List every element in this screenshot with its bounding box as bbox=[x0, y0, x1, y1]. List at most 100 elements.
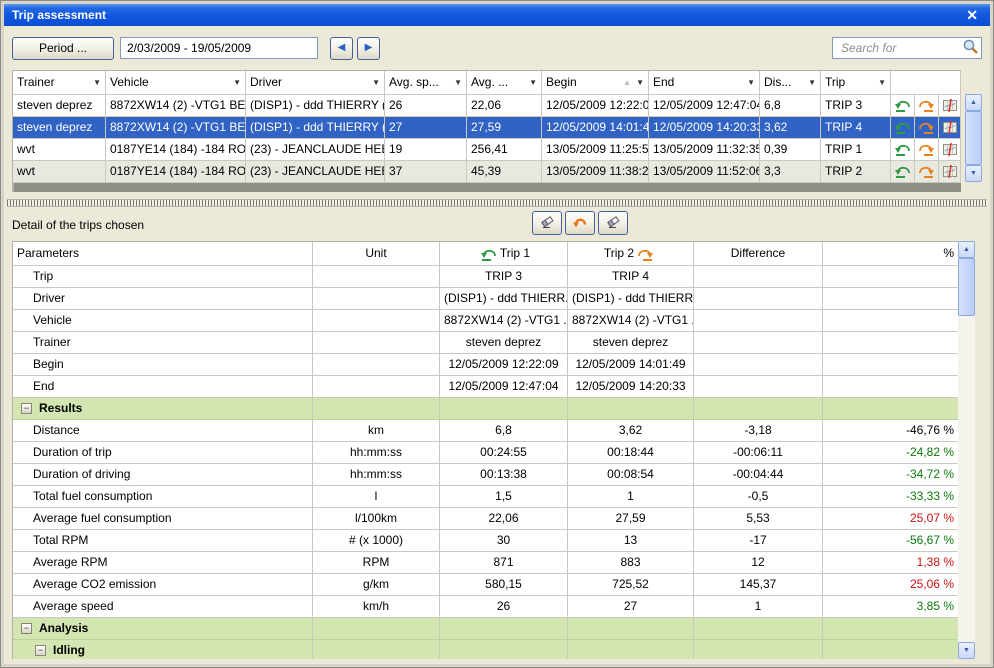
scroll-up-icon[interactable]: ▲ bbox=[965, 94, 982, 111]
detail-row[interactable]: Average speedkm/h262713,85 % bbox=[13, 596, 959, 618]
column-header-driver[interactable]: Driver▼ bbox=[246, 71, 385, 95]
assign-trip2-icon[interactable] bbox=[915, 139, 939, 161]
detail-row[interactable]: Trainersteven deprezsteven deprez bbox=[13, 332, 959, 354]
table-cell[interactable]: TRIP 1 bbox=[821, 139, 891, 161]
table-cell[interactable]: 8872XW14 (2) -VTG1 BE... bbox=[106, 117, 246, 139]
table-cell[interactable]: 22,06 bbox=[467, 95, 542, 117]
trip-map-icon[interactable] bbox=[939, 161, 961, 183]
column-header-trip[interactable]: Trip▼ bbox=[821, 71, 891, 95]
collapse-icon[interactable]: − bbox=[35, 645, 46, 656]
table-cell[interactable]: 27,59 bbox=[467, 117, 542, 139]
assign-trip1-icon[interactable] bbox=[891, 139, 915, 161]
detail-column-header-trip-1[interactable]: Trip 1 bbox=[440, 242, 568, 266]
detail-row[interactable]: Total RPM# (x 1000)3013-17-56,67 % bbox=[13, 530, 959, 552]
table-row[interactable]: wvt0187YE14 (184) -184 RO...(23) - JEANC… bbox=[13, 139, 961, 161]
filter-dropdown-icon[interactable]: ▼ bbox=[233, 71, 241, 94]
table-cell[interactable]: TRIP 2 bbox=[821, 161, 891, 183]
table-cell[interactable]: (23) - JEANCLAUDE HEB... bbox=[246, 161, 385, 183]
clear-trip2-button[interactable] bbox=[598, 211, 628, 235]
detail-row[interactable]: Average CO2 emissiong/km580,15725,52145,… bbox=[13, 574, 959, 596]
table-cell[interactable]: 12/05/2009 14:01:49 bbox=[542, 117, 649, 139]
close-icon[interactable]: ✕ bbox=[962, 7, 982, 24]
table-cell[interactable]: 256,41 bbox=[467, 139, 542, 161]
assign-trip2-icon[interactable] bbox=[915, 161, 939, 183]
table-cell[interactable]: 6,8 bbox=[760, 95, 821, 117]
table-cell[interactable]: 37 bbox=[385, 161, 467, 183]
detail-row[interactable]: Vehicle8872XW14 (2) -VTG1 ...8872XW14 (2… bbox=[13, 310, 959, 332]
scrollbar-thumb[interactable] bbox=[965, 111, 982, 165]
table-cell[interactable]: 26 bbox=[385, 95, 467, 117]
table-cell[interactable]: steven deprez bbox=[13, 95, 106, 117]
filter-dropdown-icon[interactable]: ▼ bbox=[454, 71, 462, 94]
scroll-down-icon[interactable]: ▼ bbox=[958, 642, 975, 659]
trips-scrollbar[interactable]: ▲ ▼ bbox=[965, 94, 982, 182]
table-cell[interactable]: 27 bbox=[385, 117, 467, 139]
table-cell[interactable]: (DISP1) - ddd THIERRY (4) bbox=[246, 95, 385, 117]
next-period-button[interactable]: ▶ bbox=[357, 37, 380, 60]
search-icon[interactable] bbox=[962, 38, 979, 58]
detail-row[interactable]: Average fuel consumptionl/100km22,0627,5… bbox=[13, 508, 959, 530]
detail-row[interactable]: Driver(DISP1) - ddd THIERR...(DISP1) - d… bbox=[13, 288, 959, 310]
detail-row[interactable]: End12/05/2009 12:47:0412/05/2009 14:20:3… bbox=[13, 376, 959, 398]
table-cell[interactable]: 3,62 bbox=[760, 117, 821, 139]
search-input[interactable] bbox=[839, 40, 962, 56]
section-row-results[interactable]: −Results bbox=[13, 398, 959, 420]
scrollbar-thumb[interactable] bbox=[958, 258, 975, 316]
trip-map-icon[interactable] bbox=[939, 95, 961, 117]
detail-row[interactable]: Begin12/05/2009 12:22:0912/05/2009 14:01… bbox=[13, 354, 959, 376]
trip-map-icon[interactable] bbox=[939, 139, 961, 161]
trip-map-icon[interactable] bbox=[939, 117, 961, 139]
table-row[interactable]: steven deprez8872XW14 (2) -VTG1 BE...(DI… bbox=[13, 117, 961, 139]
table-cell[interactable]: 13/05/2009 11:38:26 bbox=[542, 161, 649, 183]
table-row[interactable]: wvt0187YE14 (184) -184 RO...(23) - JEANC… bbox=[13, 161, 961, 183]
table-cell[interactable]: 13/05/2009 11:32:35 bbox=[649, 139, 760, 161]
table-cell[interactable]: 0,39 bbox=[760, 139, 821, 161]
assign-trip2-icon[interactable] bbox=[915, 95, 939, 117]
table-cell[interactable]: wvt bbox=[13, 161, 106, 183]
column-header-end[interactable]: End▼ bbox=[649, 71, 760, 95]
column-header-begin[interactable]: Begin▲▼ bbox=[542, 71, 649, 95]
collapse-icon[interactable]: − bbox=[21, 623, 32, 634]
table-cell[interactable]: TRIP 3 bbox=[821, 95, 891, 117]
scroll-down-icon[interactable]: ▼ bbox=[965, 165, 982, 182]
filter-dropdown-icon[interactable]: ▼ bbox=[372, 71, 380, 94]
filter-dropdown-icon[interactable]: ▼ bbox=[747, 71, 755, 94]
detail-row[interactable]: Average RPMRPM871883121,38 % bbox=[13, 552, 959, 574]
scrollbar-track[interactable] bbox=[958, 316, 975, 642]
column-header-avg[interactable]: Avg. ...▼ bbox=[467, 71, 542, 95]
table-cell[interactable]: 13/05/2009 11:52:06 bbox=[649, 161, 760, 183]
filter-dropdown-icon[interactable]: ▼ bbox=[529, 71, 537, 94]
table-cell[interactable]: 8872XW14 (2) -VTG1 BE... bbox=[106, 95, 246, 117]
assign-trip1-icon[interactable] bbox=[891, 117, 915, 139]
detail-row[interactable]: TripTRIP 3TRIP 4 bbox=[13, 266, 959, 288]
table-cell[interactable]: 0187YE14 (184) -184 RO... bbox=[106, 161, 246, 183]
scroll-up-icon[interactable]: ▲ bbox=[958, 241, 975, 258]
detail-row[interactable]: Duration of drivinghh:mm:ss00:13:3800:08… bbox=[13, 464, 959, 486]
date-range-field[interactable]: 2/03/2009 - 19/05/2009 bbox=[120, 37, 318, 59]
table-cell[interactable]: TRIP 4 bbox=[821, 117, 891, 139]
swap-trips-button[interactable] bbox=[565, 211, 595, 235]
table-cell[interactable]: 3,3 bbox=[760, 161, 821, 183]
filter-dropdown-icon[interactable]: ▼ bbox=[636, 71, 644, 94]
table-cell[interactable]: 13/05/2009 11:25:58 bbox=[542, 139, 649, 161]
column-header-vehicle[interactable]: Vehicle▼ bbox=[106, 71, 246, 95]
section-row-idling[interactable]: −Idling bbox=[13, 640, 959, 659]
column-header-dis[interactable]: Dis...▼ bbox=[760, 71, 821, 95]
assign-trip2-icon[interactable] bbox=[915, 117, 939, 139]
filter-dropdown-icon[interactable]: ▼ bbox=[93, 71, 101, 94]
table-cell[interactable]: steven deprez bbox=[13, 117, 106, 139]
table-cell[interactable]: 12/05/2009 12:47:04 bbox=[649, 95, 760, 117]
table-cell[interactable]: 45,39 bbox=[467, 161, 542, 183]
table-cell[interactable]: (23) - JEANCLAUDE HEB... bbox=[246, 139, 385, 161]
collapse-icon[interactable]: − bbox=[21, 403, 32, 414]
detail-row[interactable]: Total fuel consumptionl1,51-0,5-33,33 % bbox=[13, 486, 959, 508]
detail-column-header-trip-2[interactable]: Trip 2 bbox=[568, 242, 694, 266]
column-header-avg-sp[interactable]: Avg. sp...▼ bbox=[385, 71, 467, 95]
period-button[interactable]: Period ... bbox=[12, 37, 114, 60]
table-cell[interactable]: 12/05/2009 12:22:09 bbox=[542, 95, 649, 117]
table-row[interactable]: steven deprez8872XW14 (2) -VTG1 BE...(DI… bbox=[13, 95, 961, 117]
splitter-handle[interactable] bbox=[7, 199, 987, 207]
assign-trip1-icon[interactable] bbox=[891, 95, 915, 117]
table-cell[interactable]: 0187YE14 (184) -184 RO... bbox=[106, 139, 246, 161]
filter-dropdown-icon[interactable]: ▼ bbox=[808, 71, 816, 94]
